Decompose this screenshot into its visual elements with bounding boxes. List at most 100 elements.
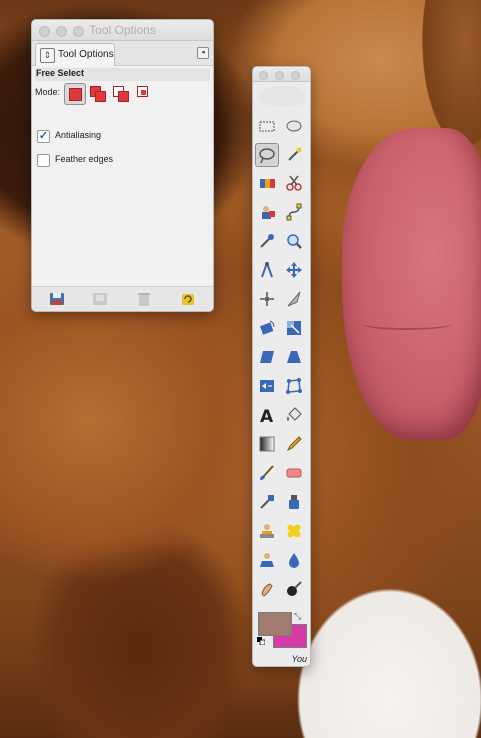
clone-tool[interactable] bbox=[256, 520, 278, 542]
paths-tool[interactable] bbox=[283, 201, 305, 223]
flip-tool[interactable] bbox=[256, 375, 278, 397]
tab-row: ⇕ Tool Options ◂ bbox=[32, 41, 213, 66]
eraser-icon bbox=[286, 468, 302, 478]
feather-edges-checkbox[interactable] bbox=[37, 154, 50, 167]
wilber-drop-area[interactable] bbox=[253, 82, 310, 110]
blur-tool[interactable] bbox=[283, 549, 305, 571]
restore-options-icon[interactable] bbox=[92, 291, 108, 307]
tool-options-bottom-bar bbox=[32, 286, 213, 311]
bandage-icon bbox=[287, 524, 301, 538]
airbrush-tool[interactable] bbox=[256, 491, 278, 513]
blend-tool[interactable] bbox=[256, 433, 278, 455]
foreground-select-tool[interactable] bbox=[256, 201, 278, 223]
pencil-icon bbox=[286, 436, 302, 452]
scale-icon bbox=[287, 321, 301, 335]
reset-options-icon[interactable] bbox=[180, 291, 196, 307]
ink-bottle-icon bbox=[289, 495, 299, 509]
foreground-color-swatch[interactable] bbox=[258, 612, 292, 636]
rotate-icon bbox=[259, 320, 275, 335]
select-by-color-icon bbox=[260, 179, 275, 188]
tongue-crease bbox=[362, 318, 452, 330]
tool-options-panel: Free Select Mode: ✓ Antialiasing Feather… bbox=[32, 66, 213, 287]
tool-options-tab-icon: ⇕ bbox=[40, 48, 55, 63]
perspective-clone-icon bbox=[260, 553, 274, 567]
alignment-tool[interactable] bbox=[256, 288, 278, 310]
tool-options-titlebar[interactable]: Tool Options bbox=[32, 20, 213, 41]
free-select-tool[interactable] bbox=[255, 143, 279, 167]
cage-icon bbox=[286, 378, 302, 394]
color-picker-tool[interactable] bbox=[256, 230, 278, 252]
feather-edges-label: Feather edges bbox=[55, 154, 114, 164]
toolbox-minimize-button[interactable] bbox=[275, 71, 284, 80]
window-title: Tool Options bbox=[89, 23, 156, 37]
mode-replace-button[interactable] bbox=[64, 83, 86, 105]
eyedropper-icon bbox=[260, 234, 274, 248]
rotate-tool[interactable] bbox=[256, 317, 278, 339]
swap-colors-icon[interactable]: ⤡ bbox=[294, 611, 301, 622]
shear-tool[interactable] bbox=[256, 346, 278, 368]
healing-tool[interactable] bbox=[283, 520, 305, 542]
zoom-tool[interactable] bbox=[283, 230, 305, 252]
mode-intersect-button[interactable] bbox=[134, 83, 154, 103]
smudge-tool[interactable] bbox=[256, 578, 278, 600]
knife-icon bbox=[287, 291, 301, 307]
dodge-burn-tool[interactable] bbox=[283, 578, 305, 600]
toolbox-titlebar[interactable] bbox=[253, 67, 310, 82]
paint-bucket-icon bbox=[287, 407, 302, 421]
antialiasing-checkbox[interactable]: ✓ bbox=[37, 130, 50, 143]
lasso-icon bbox=[259, 148, 275, 164]
mode-subtract-button[interactable] bbox=[110, 83, 130, 103]
select-by-color-tool[interactable] bbox=[256, 172, 278, 194]
move-tool[interactable] bbox=[283, 259, 305, 281]
default-colors-icon[interactable] bbox=[257, 637, 265, 645]
scissors-select-tool[interactable] bbox=[283, 172, 305, 194]
mode-add-button[interactable] bbox=[87, 83, 107, 103]
tool-options-window: Tool Options ⇕ Tool Options ◂ Free Selec… bbox=[31, 19, 214, 312]
toolbox-zoom-button[interactable] bbox=[291, 71, 300, 80]
water-drop-icon bbox=[289, 553, 299, 568]
flip-icon bbox=[260, 380, 274, 392]
foreground-select-icon bbox=[262, 206, 275, 219]
rect-select-tool[interactable] bbox=[256, 115, 278, 137]
scissors-icon bbox=[286, 175, 302, 191]
eraser-tool[interactable] bbox=[283, 462, 305, 484]
magic-wand-icon bbox=[288, 147, 302, 161]
gradient-icon bbox=[259, 436, 275, 452]
perspective-tool[interactable] bbox=[283, 346, 305, 368]
toolbox-close-button[interactable] bbox=[259, 71, 268, 80]
measure-tool[interactable] bbox=[256, 259, 278, 281]
perspective-clone-tool[interactable] bbox=[256, 549, 278, 571]
svg-text:A: A bbox=[260, 407, 274, 424]
pencil-tool[interactable] bbox=[283, 433, 305, 455]
tool-name-heading: Free Select bbox=[35, 68, 210, 81]
cage-transform-tool[interactable] bbox=[283, 375, 305, 397]
smudge-finger-icon bbox=[261, 583, 273, 597]
fuzzy-select-tool[interactable] bbox=[283, 143, 305, 165]
bucket-fill-tool[interactable] bbox=[283, 404, 305, 426]
tab-menu-arrow-icon[interactable]: ◂ bbox=[197, 47, 209, 59]
paths-icon bbox=[286, 203, 302, 221]
rect-select-icon bbox=[259, 121, 275, 132]
shear-icon bbox=[260, 351, 274, 363]
ellipse-select-tool[interactable] bbox=[283, 115, 305, 137]
paintbrush-icon bbox=[260, 465, 274, 480]
clone-stamp-icon bbox=[260, 524, 274, 538]
dodge-burn-icon bbox=[287, 581, 302, 596]
delete-options-icon[interactable] bbox=[136, 291, 152, 307]
tab-tool-options[interactable]: ⇕ Tool Options bbox=[35, 43, 115, 66]
save-options-icon[interactable] bbox=[49, 291, 65, 307]
antialiasing-label: Antialiasing bbox=[55, 130, 102, 140]
text-tool[interactable]: A bbox=[256, 404, 278, 426]
ink-tool[interactable] bbox=[283, 491, 305, 513]
paintbrush-tool[interactable] bbox=[256, 462, 278, 484]
dog-tongue bbox=[342, 128, 481, 440]
scale-tool[interactable] bbox=[283, 317, 305, 339]
magnifier-icon bbox=[287, 234, 302, 249]
perspective-icon bbox=[287, 351, 301, 363]
compass-icon bbox=[261, 262, 273, 278]
airbrush-icon bbox=[260, 495, 274, 509]
ellipse-select-icon bbox=[286, 120, 302, 132]
toolbox-footer-label: You bbox=[291, 654, 307, 664]
move-arrows-icon bbox=[286, 262, 302, 278]
crop-tool[interactable] bbox=[283, 288, 305, 310]
